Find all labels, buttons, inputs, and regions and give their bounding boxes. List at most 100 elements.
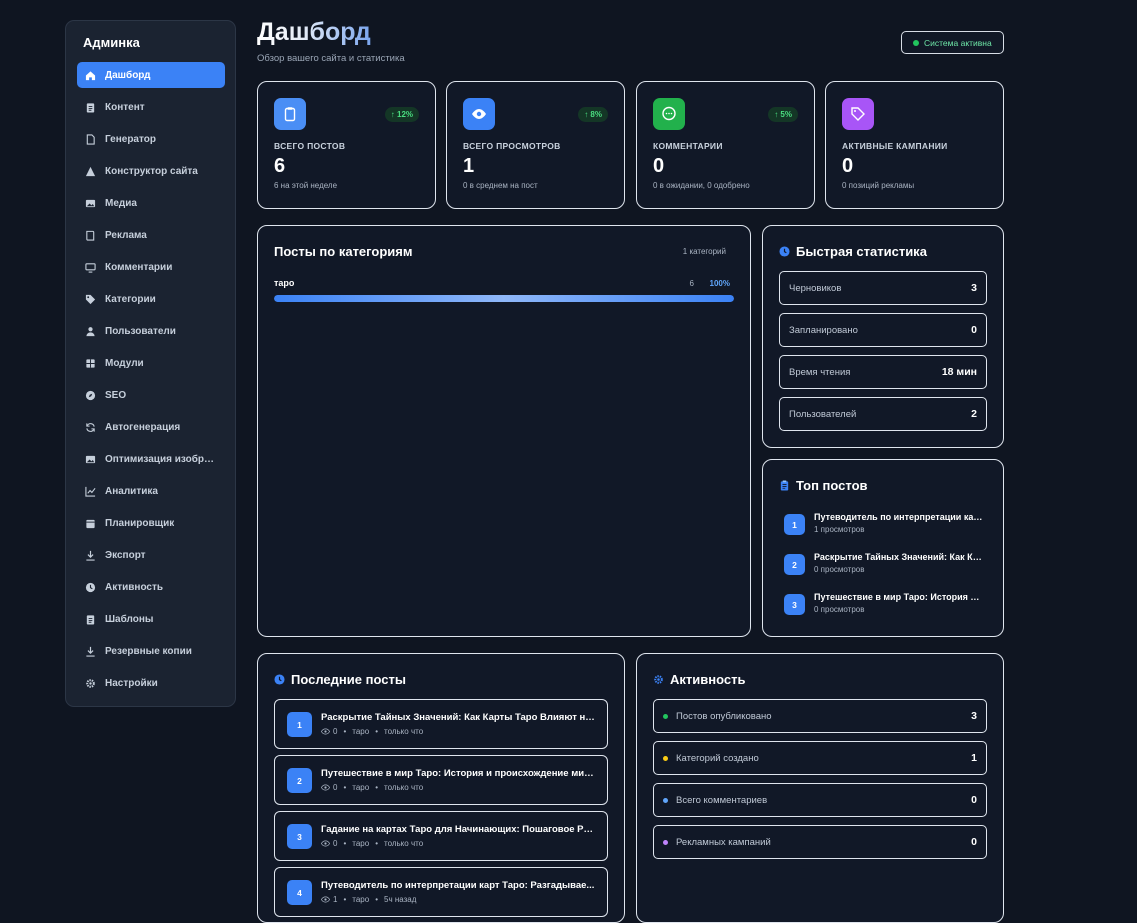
- sidebar-item-label: Комментарии: [105, 261, 173, 273]
- category-count: 6: [689, 279, 694, 288]
- sidebar-item-5[interactable]: Медиа: [77, 190, 225, 216]
- download-icon: [85, 646, 96, 657]
- recent-posts-card: Последние посты 1 Раскрытие Тайных Значен…: [257, 653, 625, 923]
- clipboard-icon: [85, 102, 96, 113]
- top-post-title: Путеводитель по интерпретации карт Таро:…: [814, 512, 984, 522]
- quick-stat-value: 0: [971, 324, 977, 336]
- quick-stat-value: 2: [971, 408, 977, 420]
- recent-post-meta: 0 • таро • только что: [321, 727, 423, 736]
- sidebar-item-label: Медиа: [105, 197, 137, 209]
- quick-stats-card: Быстрая статистика Черновиков 3 Запланиров…: [762, 225, 1004, 448]
- quick-stat-row: Пользователей 2: [779, 397, 987, 431]
- stat-card-4[interactable]: АКТИВНЫЕ КАМПАНИИ 0 0 позиций рекламы: [825, 81, 1004, 209]
- quick-stats-title-wrap: Быстрая статистика: [779, 244, 927, 259]
- gear-icon: [85, 678, 96, 689]
- recent-post-row[interactable]: 4 Путеводитель по интерпретации карт Таро…: [274, 867, 608, 917]
- post-category: таро: [352, 839, 370, 848]
- document-icon: [85, 133, 96, 145]
- sidebar-item-label: Настройки: [105, 677, 158, 689]
- trend-badge: ↑ 12%: [384, 107, 419, 122]
- stat-note: 6 на этой неделе: [274, 181, 338, 190]
- category-row[interactable]: таро 6 100%: [274, 278, 734, 302]
- activity-row: Рекламных кампаний 0: [653, 825, 987, 859]
- recent-post-title: Раскрытие Тайных Значений: Как Карты Тар…: [321, 712, 597, 723]
- stat-note: 0 в ожидании, 0 одобрено: [653, 181, 750, 190]
- sidebar-item-label: Категории: [105, 293, 156, 305]
- sidebar-item-3[interactable]: Генератор: [77, 126, 225, 152]
- top-posts-title: Топ постов: [796, 478, 868, 493]
- sidebar-item-16[interactable]: Экспорт: [77, 542, 225, 568]
- category-progress-bar: [274, 295, 734, 302]
- activity-value: 3: [971, 710, 977, 722]
- sidebar-item-label: Активность: [105, 581, 164, 593]
- sidebar-item-20[interactable]: Настройки: [77, 670, 225, 696]
- stat-label: КОММЕНТАРИИ: [653, 141, 723, 151]
- top-post-item[interactable]: 3 Путешествие в мир Таро: История и проис…: [784, 590, 984, 620]
- grid-icon: [85, 358, 96, 369]
- sidebar-item-13[interactable]: Оптимизация изображений: [77, 446, 225, 472]
- stat-label: ВСЕГО ПОСТОВ: [274, 141, 346, 151]
- sidebar-item-6[interactable]: Реклама: [77, 222, 225, 248]
- recent-post-meta: 1 • таро • 5ч назад: [321, 895, 416, 904]
- stat-card-1[interactable]: ↑ 12% ВСЕГО ПОСТОВ 6 6 на этой неделе: [257, 81, 436, 209]
- page-subtitle: Обзор вашего сайта и статистика: [257, 53, 405, 64]
- sidebar-item-8[interactable]: Категории: [77, 286, 225, 312]
- activity-label: Рекламных кампаний: [676, 836, 771, 848]
- top-posts-card: Топ постов 1 Путеводитель по интерпретаци…: [762, 459, 1004, 637]
- sidebar-item-label: Дашборд: [105, 69, 151, 81]
- eye-icon: [321, 784, 330, 791]
- sidebar-item-1[interactable]: Дашборд: [77, 62, 225, 88]
- sidebar-item-label: Генератор: [105, 133, 156, 145]
- sidebar-item-9[interactable]: Пользователи: [77, 318, 225, 344]
- top-post-views: 0 просмотров: [814, 605, 865, 614]
- sidebar-item-14[interactable]: Аналитика: [77, 478, 225, 504]
- status-dot-icon: [913, 39, 919, 46]
- rank-badge: 3: [784, 594, 805, 615]
- separator-dot: •: [375, 783, 378, 792]
- sidebar-item-label: SEO: [105, 389, 127, 401]
- activity-title: Активность: [670, 672, 746, 687]
- sidebar-item-label: Оптимизация изображений: [105, 453, 217, 465]
- recent-post-row[interactable]: 3 Гадание на картах Таро для Начинающих: …: [274, 811, 608, 861]
- quick-stats-title: Быстрая статистика: [796, 244, 927, 259]
- eye-icon: [321, 840, 330, 847]
- sidebar-item-19[interactable]: Резервные копии: [77, 638, 225, 664]
- sidebar-item-15[interactable]: Планировщик: [77, 510, 225, 536]
- stat-card-2[interactable]: ↑ 8% ВСЕГО ПРОСМОТРОВ 1 0 в среднем на пост: [446, 81, 625, 209]
- top-post-item[interactable]: 2 Раскрытие Тайных Значений: Как Карты Та…: [784, 550, 984, 580]
- post-time: только что: [384, 783, 424, 792]
- post-time: только что: [384, 839, 424, 848]
- home-icon: [85, 70, 96, 81]
- post-number-badge: 1: [287, 712, 312, 737]
- image-icon: [85, 198, 96, 209]
- sidebar-item-7[interactable]: Комментарии: [77, 254, 225, 280]
- stat-value: 6: [274, 155, 286, 177]
- stat-note: 0 позиций рекламы: [842, 181, 915, 190]
- top-post-item[interactable]: 1 Путеводитель по интерпретации карт Таро…: [784, 510, 984, 540]
- category-percent: 100%: [709, 279, 730, 288]
- sidebar-item-label: Экспорт: [105, 549, 146, 561]
- separator-dot: •: [343, 895, 347, 904]
- sidebar-item-18[interactable]: Шаблоны: [77, 606, 225, 632]
- sidebar-item-12[interactable]: Автогенерация: [77, 414, 225, 440]
- post-category: таро: [352, 895, 370, 904]
- post-views: 0: [333, 783, 338, 792]
- recent-post-row[interactable]: 1 Раскрытие Тайных Значений: Как Карты Та…: [274, 699, 608, 749]
- chat-icon: [653, 98, 685, 130]
- sidebar-item-4[interactable]: Конструктор сайта: [77, 158, 225, 184]
- sidebar-nav: Дашборд Контент Генератор Конструктор сайта…: [77, 62, 225, 702]
- status-dot-icon: [663, 839, 668, 845]
- sidebar-item-17[interactable]: Активность: [77, 574, 225, 600]
- recent-post-row[interactable]: 2 Путешествие в мир Таро: История и проис…: [274, 755, 608, 805]
- quick-stat-label: Черновиков: [789, 282, 842, 294]
- sidebar-item-11[interactable]: SEO: [77, 382, 225, 408]
- stat-value: 0: [653, 155, 665, 177]
- system-status-badge: Система активна: [901, 31, 1004, 54]
- stat-card-3[interactable]: ↑ 5% КОММЕНТАРИИ 0 0 в ожидании, 0 одобрено: [636, 81, 815, 209]
- sidebar-item-label: Контент: [105, 101, 145, 113]
- gear-icon: [654, 675, 663, 684]
- separator-dot: •: [343, 839, 347, 848]
- image-icon: [85, 454, 96, 465]
- sidebar-item-10[interactable]: Модули: [77, 350, 225, 376]
- sidebar-item-2[interactable]: Контент: [77, 94, 225, 120]
